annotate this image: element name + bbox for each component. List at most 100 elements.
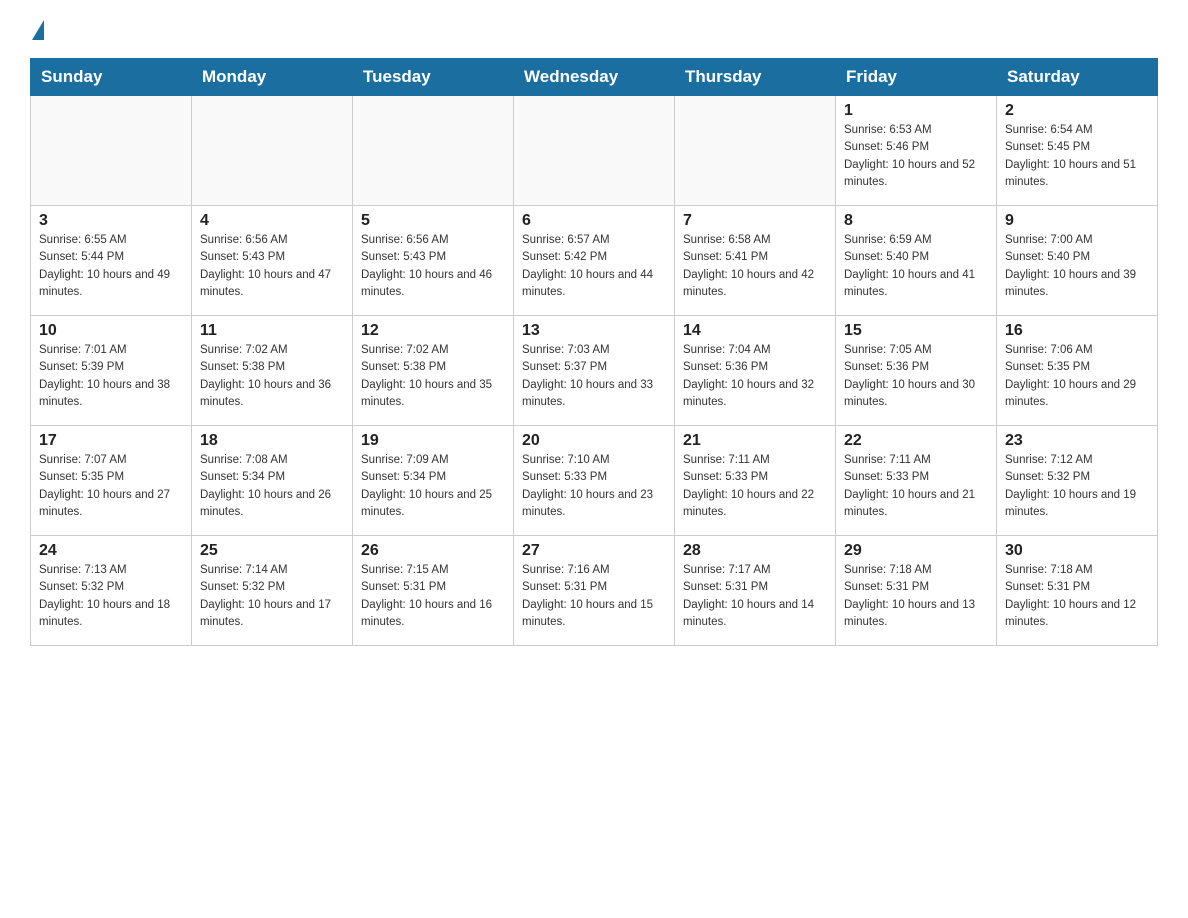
calendar-cell: 27Sunrise: 7:16 AM Sunset: 5:31 PM Dayli… — [514, 536, 675, 646]
day-info: Sunrise: 7:11 AM Sunset: 5:33 PM Dayligh… — [683, 452, 827, 521]
weekday-header-tuesday: Tuesday — [353, 59, 514, 96]
calendar-header: SundayMondayTuesdayWednesdayThursdayFrid… — [31, 59, 1158, 96]
calendar-cell: 19 Sunrise: 7:09 AM Sunset: 5:34 PM Dayli… — [353, 426, 514, 536]
day-info: Sunrise: 6:58 AM Sunset: 5:41 PM Dayligh… — [683, 232, 827, 301]
day-number: 2 — [1005, 102, 1149, 120]
calendar-cell: 21 Sunrise: 7:11 AM Sunset: 5:33 PM Dayli… — [675, 426, 836, 536]
day-info: Sunrise: 6:57 AM Sunset: 5:42 PM Dayligh… — [522, 232, 666, 301]
day-info: Sunrise: 7:10 AM Sunset: 5:33 PM Dayligh… — [522, 452, 666, 521]
day-number: 8 — [844, 212, 988, 230]
day-info: Sunrise: 7:11 AM Sunset: 5:33 PM Dayligh… — [844, 452, 988, 521]
day-number: 11 — [200, 322, 344, 340]
calendar-cell: 3 Sunrise: 6:55 AM Sunset: 5:44 PM Daylig… — [31, 206, 192, 316]
logo — [30, 20, 44, 38]
weekday-header-sunday: Sunday — [31, 59, 192, 96]
day-info: Sunrise: 7:09 AM Sunset: 5:34 PM Dayligh… — [361, 452, 505, 521]
day-number: 14 — [683, 322, 827, 340]
day-number: 23 — [1005, 432, 1149, 450]
day-number: 3 — [39, 212, 183, 230]
calendar-cell — [675, 96, 836, 206]
day-number: 17 — [39, 432, 183, 450]
weekday-header-saturday: Saturday — [997, 59, 1158, 96]
calendar-cell: 28 Sunrise: 7:17 AM Sunset: 5:31 PM Dayli… — [675, 536, 836, 646]
calendar-cell — [192, 96, 353, 206]
calendar-cell: 30 Sunrise: 7:18 AM Sunset: 5:31 PM Dayli… — [997, 536, 1158, 646]
calendar-cell: 20 Sunrise: 7:10 AM Sunset: 5:33 PM Dayli… — [514, 426, 675, 536]
day-info: Sunrise: 7:03 AM Sunset: 5:37 PM Dayligh… — [522, 342, 666, 411]
day-number: 18 — [200, 432, 344, 450]
calendar-cell: 13 Sunrise: 7:03 AM Sunset: 5:37 PM Dayli… — [514, 316, 675, 426]
day-number: 24 — [39, 542, 183, 560]
day-info: Sunrise: 7:08 AM Sunset: 5:34 PM Dayligh… — [200, 452, 344, 521]
day-info: Sunrise: 7:06 AM Sunset: 5:35 PM Dayligh… — [1005, 342, 1149, 411]
day-info: Sunrise: 7:02 AM Sunset: 5:38 PM Dayligh… — [200, 342, 344, 411]
day-info: Sunrise: 7:00 AM Sunset: 5:40 PM Dayligh… — [1005, 232, 1149, 301]
calendar-cell: 25Sunrise: 7:14 AM Sunset: 5:32 PM Dayli… — [192, 536, 353, 646]
calendar-cell: 7 Sunrise: 6:58 AM Sunset: 5:41 PM Daylig… — [675, 206, 836, 316]
header-section — [30, 20, 1158, 38]
day-number: 10 — [39, 322, 183, 340]
day-number: 20 — [522, 432, 666, 450]
calendar-week-row: 3 Sunrise: 6:55 AM Sunset: 5:44 PM Daylig… — [31, 206, 1158, 316]
day-info: Sunrise: 7:16 AM Sunset: 5:31 PM Dayligh… — [522, 562, 666, 631]
day-info: Sunrise: 6:55 AM Sunset: 5:44 PM Dayligh… — [39, 232, 183, 301]
day-info: Sunrise: 6:59 AM Sunset: 5:40 PM Dayligh… — [844, 232, 988, 301]
day-number: 22 — [844, 432, 988, 450]
day-number: 4 — [200, 212, 344, 230]
calendar-cell: 29 Sunrise: 7:18 AM Sunset: 5:31 PM Dayli… — [836, 536, 997, 646]
day-info: Sunrise: 7:07 AM Sunset: 5:35 PM Dayligh… — [39, 452, 183, 521]
day-number: 28 — [683, 542, 827, 560]
calendar-cell: 5 Sunrise: 6:56 AM Sunset: 5:43 PM Daylig… — [353, 206, 514, 316]
calendar-cell: 4 Sunrise: 6:56 AM Sunset: 5:43 PM Daylig… — [192, 206, 353, 316]
calendar-week-row: 10 Sunrise: 7:01 AM Sunset: 5:39 PM Dayli… — [31, 316, 1158, 426]
day-number: 29 — [844, 542, 988, 560]
calendar-cell: 10 Sunrise: 7:01 AM Sunset: 5:39 PM Dayli… — [31, 316, 192, 426]
day-info: Sunrise: 7:04 AM Sunset: 5:36 PM Dayligh… — [683, 342, 827, 411]
day-info: Sunrise: 6:56 AM Sunset: 5:43 PM Dayligh… — [361, 232, 505, 301]
day-info: Sunrise: 7:18 AM Sunset: 5:31 PM Dayligh… — [1005, 562, 1149, 631]
calendar-table: SundayMondayTuesdayWednesdayThursdayFrid… — [30, 58, 1158, 646]
day-number: 13 — [522, 322, 666, 340]
calendar-cell: 22 Sunrise: 7:11 AM Sunset: 5:33 PM Dayli… — [836, 426, 997, 536]
day-number: 9 — [1005, 212, 1149, 230]
calendar-week-row: 1 Sunrise: 6:53 AM Sunset: 5:46 PM Daylig… — [31, 96, 1158, 206]
calendar-week-row: 17 Sunrise: 7:07 AM Sunset: 5:35 PM Dayli… — [31, 426, 1158, 536]
calendar-cell: 23Sunrise: 7:12 AM Sunset: 5:32 PM Dayli… — [997, 426, 1158, 536]
calendar-week-row: 24Sunrise: 7:13 AM Sunset: 5:32 PM Dayli… — [31, 536, 1158, 646]
day-info: Sunrise: 7:14 AM Sunset: 5:32 PM Dayligh… — [200, 562, 344, 631]
day-number: 19 — [361, 432, 505, 450]
day-info: Sunrise: 6:56 AM Sunset: 5:43 PM Dayligh… — [200, 232, 344, 301]
day-number: 7 — [683, 212, 827, 230]
weekday-header-friday: Friday — [836, 59, 997, 96]
day-number: 1 — [844, 102, 988, 120]
calendar-cell: 26 Sunrise: 7:15 AM Sunset: 5:31 PM Dayli… — [353, 536, 514, 646]
day-number: 21 — [683, 432, 827, 450]
day-info: Sunrise: 7:05 AM Sunset: 5:36 PM Dayligh… — [844, 342, 988, 411]
calendar-cell: 12Sunrise: 7:02 AM Sunset: 5:38 PM Dayli… — [353, 316, 514, 426]
calendar-cell: 2Sunrise: 6:54 AM Sunset: 5:45 PM Daylig… — [997, 96, 1158, 206]
day-info: Sunrise: 7:01 AM Sunset: 5:39 PM Dayligh… — [39, 342, 183, 411]
calendar-body: 1 Sunrise: 6:53 AM Sunset: 5:46 PM Daylig… — [31, 96, 1158, 646]
logo-triangle-icon — [32, 20, 44, 40]
day-number: 26 — [361, 542, 505, 560]
day-info: Sunrise: 7:18 AM Sunset: 5:31 PM Dayligh… — [844, 562, 988, 631]
calendar-cell: 16 Sunrise: 7:06 AM Sunset: 5:35 PM Dayli… — [997, 316, 1158, 426]
weekday-header-row: SundayMondayTuesdayWednesdayThursdayFrid… — [31, 59, 1158, 96]
day-info: Sunrise: 7:15 AM Sunset: 5:31 PM Dayligh… — [361, 562, 505, 631]
page-container: SundayMondayTuesdayWednesdayThursdayFrid… — [0, 0, 1188, 666]
day-info: Sunrise: 7:17 AM Sunset: 5:31 PM Dayligh… — [683, 562, 827, 631]
day-number: 30 — [1005, 542, 1149, 560]
day-number: 5 — [361, 212, 505, 230]
calendar-cell: 1 Sunrise: 6:53 AM Sunset: 5:46 PM Daylig… — [836, 96, 997, 206]
calendar-cell: 6Sunrise: 6:57 AM Sunset: 5:42 PM Daylig… — [514, 206, 675, 316]
calendar-cell: 17 Sunrise: 7:07 AM Sunset: 5:35 PM Dayli… — [31, 426, 192, 536]
calendar-cell — [514, 96, 675, 206]
day-number: 16 — [1005, 322, 1149, 340]
weekday-header-thursday: Thursday — [675, 59, 836, 96]
logo-top — [30, 20, 44, 42]
day-info: Sunrise: 6:53 AM Sunset: 5:46 PM Dayligh… — [844, 122, 988, 191]
calendar-cell: 18 Sunrise: 7:08 AM Sunset: 5:34 PM Dayli… — [192, 426, 353, 536]
weekday-header-wednesday: Wednesday — [514, 59, 675, 96]
weekday-header-monday: Monday — [192, 59, 353, 96]
calendar-cell: 15Sunrise: 7:05 AM Sunset: 5:36 PM Dayli… — [836, 316, 997, 426]
